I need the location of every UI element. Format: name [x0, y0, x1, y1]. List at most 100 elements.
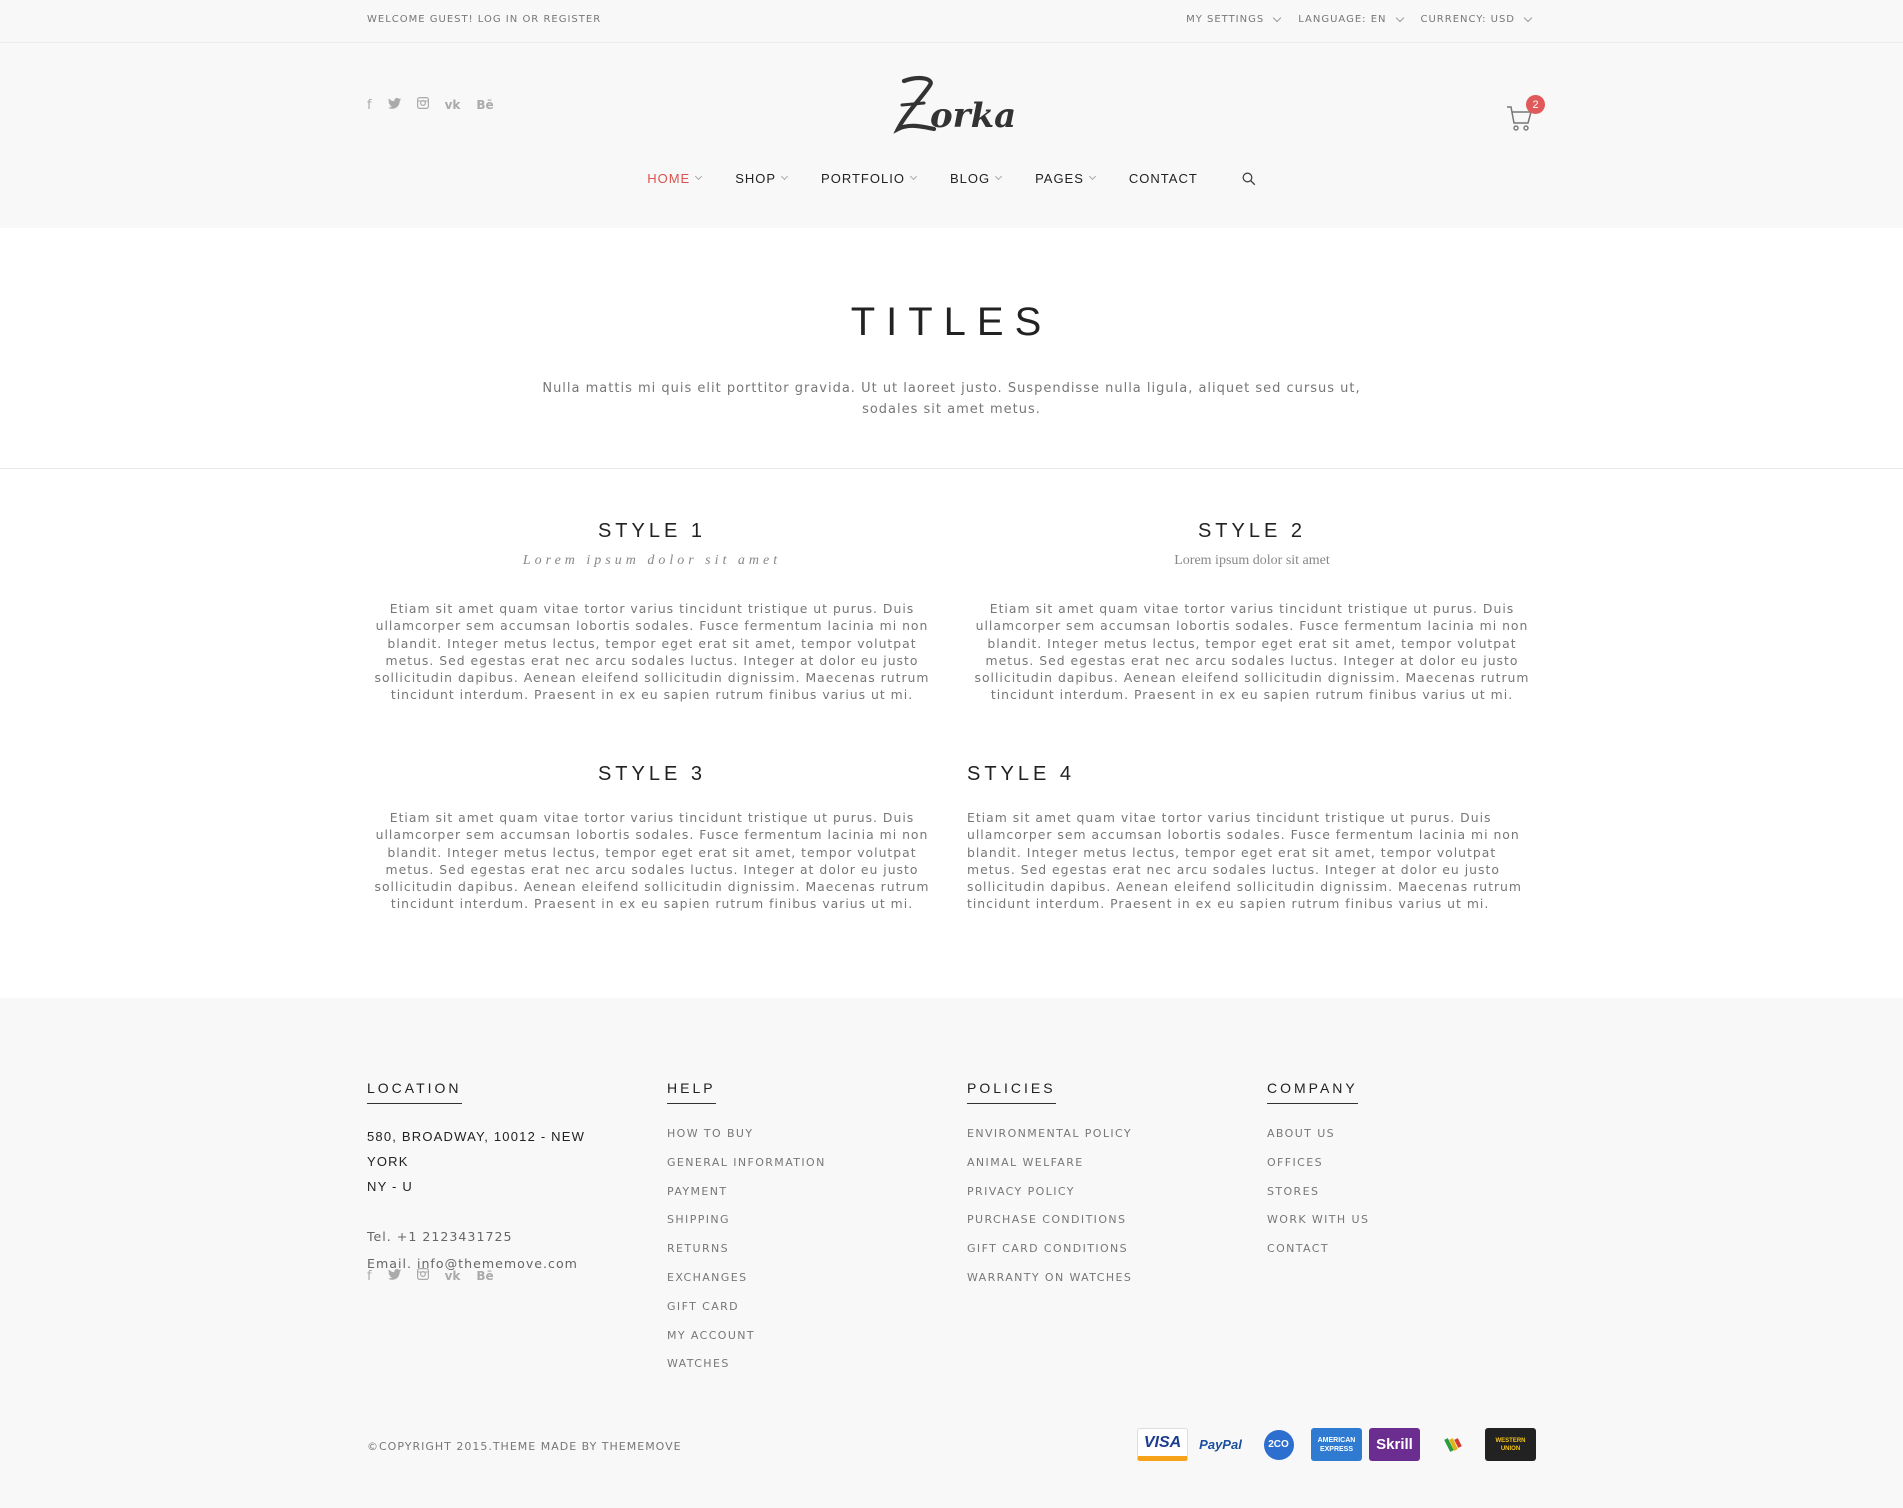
style-1-block: STYLE 1 Lorem ipsum dolor sit amet Etiam…: [367, 520, 937, 704]
behance-icon[interactable]: Bē: [476, 1269, 493, 1283]
my-settings-label: MY SETTINGS: [1186, 14, 1265, 25]
currency-label: CURRENCY: USD: [1420, 14, 1515, 25]
footer-link[interactable]: MY ACCOUNT: [667, 1326, 927, 1355]
footer-link[interactable]: RETURNS: [667, 1239, 927, 1268]
zorka-logo[interactable]: orka: [890, 69, 1015, 139]
twitter-icon[interactable]: [387, 97, 401, 113]
search-icon[interactable]: [1242, 172, 1256, 186]
language-dropdown[interactable]: LANGUAGE: EN: [1298, 13, 1404, 25]
footer-link[interactable]: GIFT CARD: [667, 1297, 927, 1326]
footer-policies-title: POLICIES: [967, 1080, 1056, 1104]
style-1-title: STYLE 1: [597, 520, 707, 542]
instagram-icon[interactable]: [416, 1268, 429, 1284]
nav-portfolio[interactable]: PORTFOLIO: [821, 171, 917, 186]
footer-link[interactable]: ENVIRONMENTAL POLICY: [967, 1124, 1227, 1153]
nav-portfolio-label: PORTFOLIO: [821, 171, 905, 186]
footer-link[interactable]: WARRANTY ON WATCHES: [967, 1268, 1227, 1297]
footer-link[interactable]: WORK WITH US: [1267, 1210, 1527, 1239]
chevron-down-icon: [695, 172, 703, 181]
site-header: f vk Bē orka 2 HOME SHOP PORTFOLIO BLOG …: [0, 43, 1903, 228]
nav-shop[interactable]: SHOP: [735, 171, 789, 186]
chevron-down-icon: [1523, 13, 1533, 22]
footer-company-list: ABOUT US OFFICES STORES WORK WITH US CON…: [1267, 1124, 1527, 1268]
footer-link[interactable]: GENERAL INFORMATION: [667, 1153, 927, 1182]
style-1-subtitle: Lorem ipsum dolor sit amet: [522, 553, 782, 568]
top-settings: MY SETTINGS LANGUAGE: EN CURRENCY: USD: [1186, 13, 1533, 25]
header-social-links: f vk Bē: [367, 97, 494, 113]
chevron-down-icon: [1088, 172, 1096, 181]
footer-location-title: LOCATION: [367, 1080, 462, 1104]
address-line-1: 580, BROADWAY, 10012 - NEW YORK: [367, 1129, 586, 1169]
footer-link[interactable]: ABOUT US: [1267, 1124, 1527, 1153]
welcome-text: WELCOME GUEST! LOG IN OR REGISTER: [367, 14, 601, 25]
2co-icon: 2CO: [1253, 1428, 1304, 1461]
google-wallet-icon: [1427, 1428, 1478, 1461]
behance-icon[interactable]: Bē: [476, 98, 493, 112]
facebook-icon[interactable]: f: [367, 98, 372, 113]
vk-icon[interactable]: vk: [445, 98, 461, 112]
footer-link[interactable]: ANIMAL WELFARE: [967, 1153, 1227, 1182]
footer-help-title: HELP: [667, 1080, 716, 1104]
chevron-down-icon: [1395, 13, 1404, 22]
footer-link[interactable]: PAYMENT: [667, 1182, 927, 1211]
chevron-down-icon: [995, 172, 1003, 181]
footer-link[interactable]: PRIVACY POLICY: [967, 1182, 1227, 1211]
style-4-body: Etiam sit amet quam vitae tortor varius …: [967, 810, 1522, 912]
page-intro: Nulla mattis mi quis elit porttitor grav…: [542, 381, 1361, 417]
style-1-body: Etiam sit amet quam vitae tortor varius …: [374, 601, 930, 703]
style-2-subtitle: Lorem ipsum dolor sit amet: [1174, 553, 1330, 568]
page-title: TITLES: [850, 300, 1053, 344]
style-2-block: STYLE 2 Lorem ipsum dolor sit amet Etiam…: [967, 520, 1537, 704]
instagram-icon[interactable]: [416, 97, 429, 113]
twitter-icon[interactable]: [387, 1268, 401, 1284]
skrill-icon: Skrill: [1369, 1428, 1420, 1461]
footer-address: 580, BROADWAY, 10012 - NEW YORK NY - U: [367, 1124, 627, 1199]
footer-link[interactable]: HOW TO BUY: [667, 1124, 927, 1153]
style-3-title: STYLE 3: [597, 763, 707, 785]
facebook-icon[interactable]: f: [367, 1269, 372, 1284]
currency-dropdown[interactable]: CURRENCY: USD: [1420, 13, 1533, 25]
login-link[interactable]: LOG IN: [478, 14, 518, 25]
or-label: OR: [522, 14, 540, 25]
cart-button[interactable]: 2: [1506, 95, 1546, 135]
svg-text:orka: orka: [930, 96, 1015, 136]
style-4-title: STYLE 4: [967, 763, 1076, 785]
language-label: LANGUAGE: EN: [1298, 14, 1387, 25]
footer-link[interactable]: EXCHANGES: [667, 1268, 927, 1297]
footer-location: LOCATION 580, BROADWAY, 10012 - NEW YORK…: [367, 1078, 627, 1277]
chevron-down-icon: [1272, 13, 1282, 22]
paypal-icon: PayPal: [1195, 1428, 1246, 1461]
visa-icon: VISA: [1137, 1428, 1188, 1461]
footer-link[interactable]: OFFICES: [1267, 1153, 1527, 1182]
my-settings-dropdown[interactable]: MY SETTINGS: [1186, 13, 1282, 25]
nav-pages[interactable]: PAGES: [1035, 171, 1096, 186]
vk-icon[interactable]: vk: [445, 1269, 461, 1283]
footer-help-list: HOW TO BUY GENERAL INFORMATION PAYMENT S…: [667, 1124, 927, 1383]
nav-contact[interactable]: CONTACT: [1129, 171, 1198, 186]
footer-link[interactable]: STORES: [1267, 1182, 1527, 1211]
footer-help: HELP HOW TO BUY GENERAL INFORMATION PAYM…: [667, 1078, 927, 1383]
style-4-block: STYLE 4 Etiam sit amet quam vitae tortor…: [967, 763, 1537, 913]
footer-policies: POLICIES ENVIRONMENTAL POLICY ANIMAL WEL…: [967, 1078, 1227, 1297]
style-2-title: STYLE 2: [1197, 520, 1307, 542]
footer-link[interactable]: PURCHASE CONDITIONS: [967, 1210, 1227, 1239]
footer-tel: Tel. +1 2123431725: [367, 1229, 513, 1244]
site-footer: LOCATION 580, BROADWAY, 10012 - NEW YORK…: [0, 998, 1903, 1508]
footer-policies-list: ENVIRONMENTAL POLICY ANIMAL WELFARE PRIV…: [967, 1124, 1227, 1297]
western-union-icon: WESTERN UNION: [1485, 1428, 1536, 1461]
nav-blog[interactable]: BLOG: [950, 171, 1003, 186]
register-link[interactable]: REGISTER: [543, 14, 601, 25]
footer-link[interactable]: CONTACT: [1267, 1239, 1527, 1268]
cart-count-badge: 2: [1526, 95, 1545, 114]
welcome-label: WELCOME GUEST!: [367, 14, 474, 25]
chevron-down-icon: [909, 172, 917, 181]
footer-link[interactable]: GIFT CARD CONDITIONS: [967, 1239, 1227, 1268]
style-3-body: Etiam sit amet quam vitae tortor varius …: [374, 810, 930, 912]
footer-link[interactable]: WATCHES: [667, 1354, 927, 1383]
top-bar: WELCOME GUEST! LOG IN OR REGISTER MY SET…: [0, 0, 1903, 43]
chevron-down-icon: [781, 172, 789, 181]
nav-home[interactable]: HOME: [647, 171, 703, 186]
main-nav: HOME SHOP PORTFOLIO BLOG PAGES CONTACT: [0, 171, 1903, 186]
footer-link[interactable]: SHIPPING: [667, 1210, 927, 1239]
footer-company-title: COMPANY: [1267, 1080, 1358, 1104]
